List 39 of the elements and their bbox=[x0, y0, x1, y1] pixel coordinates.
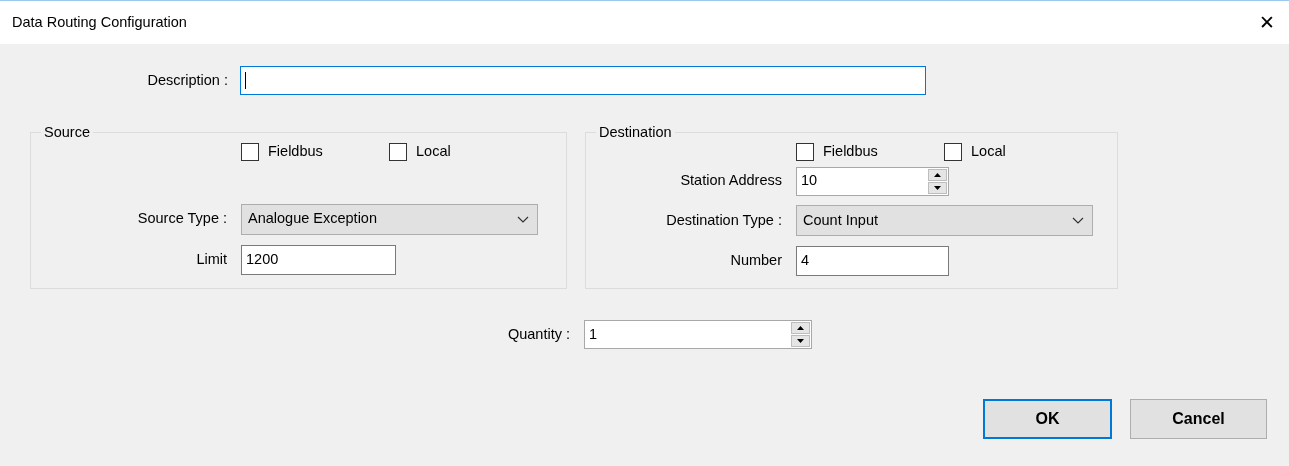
checkbox-label: Local bbox=[416, 141, 451, 161]
chevron-down-icon bbox=[1072, 217, 1084, 225]
checkbox[interactable] bbox=[944, 142, 962, 161]
checkbox[interactable] bbox=[796, 142, 814, 161]
group-title: Destination bbox=[598, 125, 673, 140]
field-label: Destination Type : bbox=[665, 211, 782, 231]
triangle-up-icon bbox=[796, 325, 805, 331]
text-field[interactable]: 4 bbox=[796, 245, 949, 276]
field-label: Station Address bbox=[679, 171, 782, 191]
spin-down-button[interactable] bbox=[928, 181, 947, 194]
field-label: Source Type : bbox=[136, 209, 227, 229]
triangle-down-icon bbox=[933, 184, 942, 191]
field-label: Quantity : bbox=[506, 324, 570, 344]
spin-down-button[interactable] bbox=[791, 335, 810, 347]
chevron-down-icon bbox=[517, 215, 529, 223]
field-label: Description : bbox=[146, 70, 228, 90]
close-button[interactable]: ✕ bbox=[1255, 13, 1279, 32]
checkbox[interactable] bbox=[389, 142, 407, 161]
spin-field[interactable]: 1 bbox=[584, 320, 812, 349]
field-label: Limit bbox=[195, 250, 227, 270]
triangle-down-icon bbox=[796, 338, 805, 344]
checkbox-label: Local bbox=[971, 141, 1006, 161]
ok-button[interactable]: OK bbox=[983, 399, 1112, 439]
spin-up-button[interactable] bbox=[928, 168, 947, 181]
field-label: Number bbox=[729, 250, 782, 270]
dropdown[interactable]: Analogue Exception bbox=[241, 203, 538, 235]
spin-up-button[interactable] bbox=[791, 322, 810, 334]
dropdown[interactable]: Count Input bbox=[796, 205, 1093, 237]
checkbox[interactable] bbox=[241, 142, 259, 161]
text-cursor bbox=[245, 72, 246, 89]
text-field[interactable]: 1200 bbox=[241, 245, 396, 275]
spin-field[interactable]: 10 bbox=[796, 166, 949, 196]
description-field[interactable] bbox=[240, 66, 926, 95]
checkbox-label: Fieldbus bbox=[268, 141, 323, 161]
window-title: Data Routing Configuration bbox=[12, 12, 187, 32]
checkbox-label: Fieldbus bbox=[823, 141, 878, 161]
cancel-button[interactable]: Cancel bbox=[1130, 399, 1267, 439]
triangle-up-icon bbox=[933, 171, 942, 178]
group-title: Source bbox=[43, 125, 91, 140]
